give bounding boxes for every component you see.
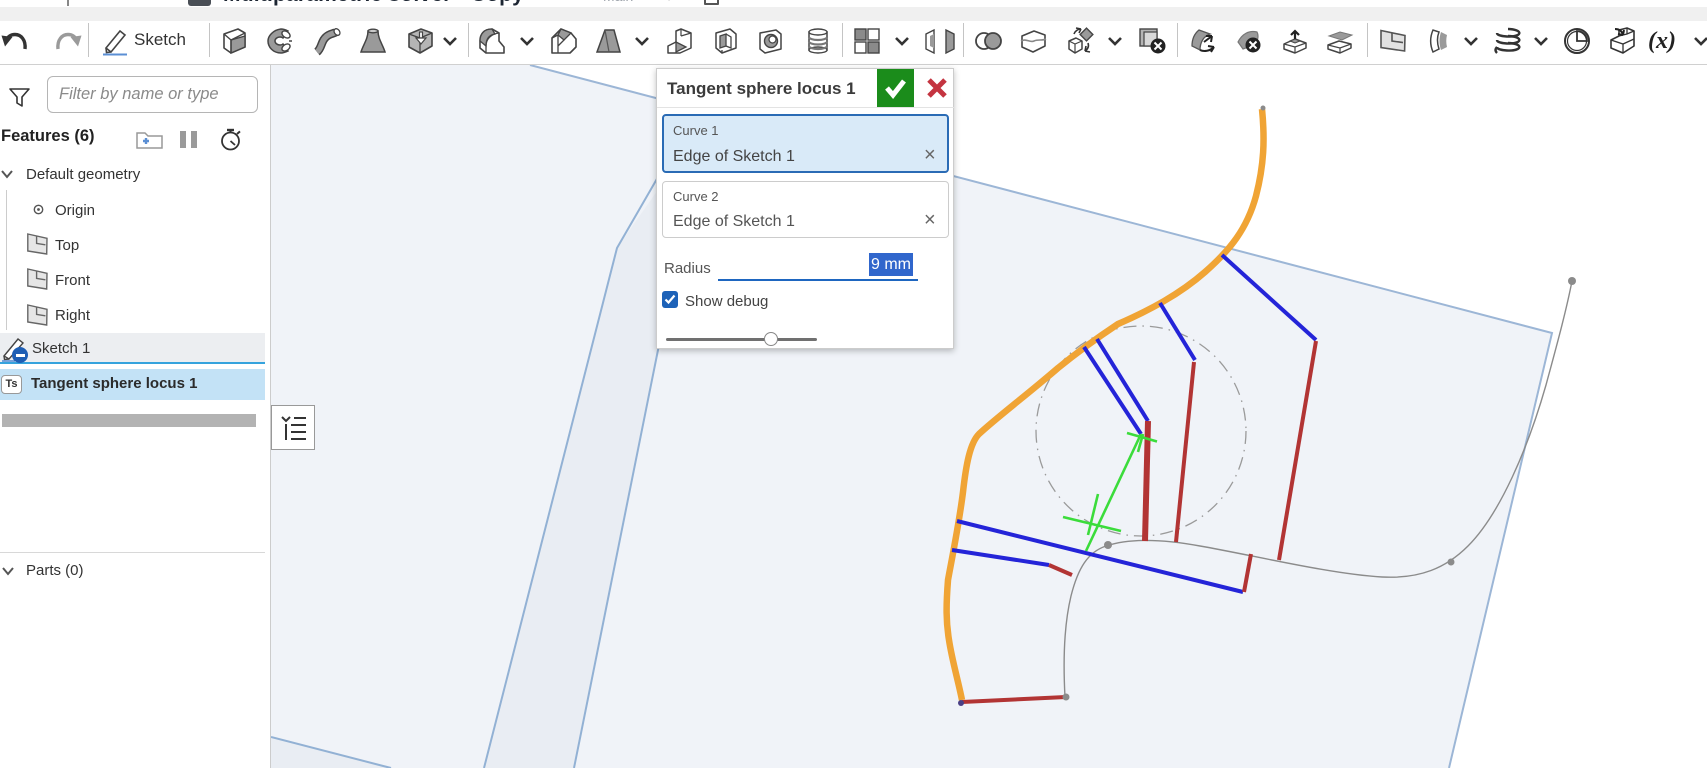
- svg-text:(x): (x): [1648, 28, 1676, 54]
